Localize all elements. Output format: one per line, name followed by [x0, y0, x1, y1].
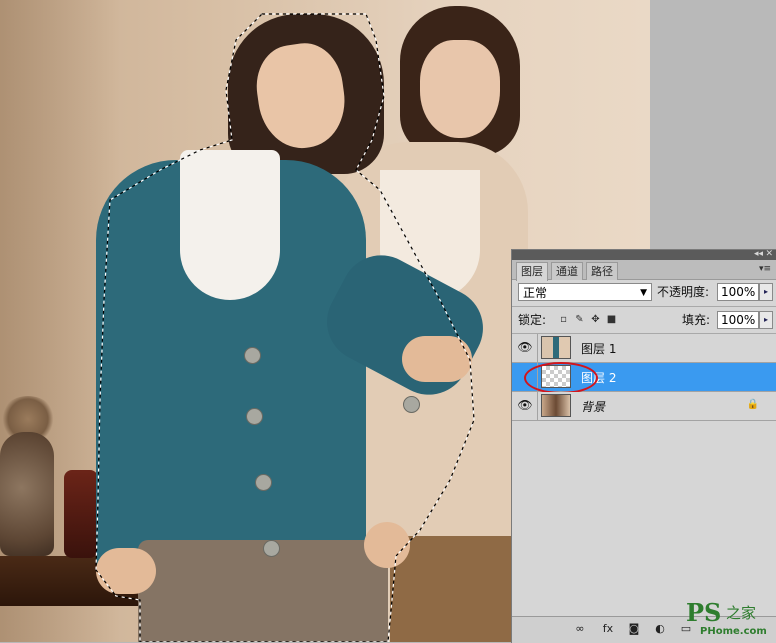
blend-mode-value: 正常 [523, 286, 548, 300]
opacity-label: 不透明度: [657, 285, 710, 299]
lock-label: 锁定: [518, 313, 547, 327]
adjustment-icon[interactable]: ◐ [652, 622, 668, 635]
lock-all-icon[interactable]: ■ [606, 314, 617, 325]
lock-image-icon[interactable]: ✎ [574, 314, 585, 325]
mask-icon[interactable]: ◙ [626, 622, 642, 635]
fill-slider-arrow-icon[interactable]: ▸ [759, 311, 773, 329]
fill-label: 填充: [682, 313, 711, 327]
watermark-logo: PS 之家 PHome.com [680, 596, 776, 642]
collapse-icon[interactable]: ◂◂ [754, 249, 763, 260]
layer-name: 背景 [581, 400, 606, 414]
layer-row-1[interactable]: 👁 图层 1 [512, 334, 776, 363]
opacity-input[interactable]: 100% [717, 283, 759, 301]
dropdown-arrow-icon: ▼ [640, 288, 647, 298]
eye-icon[interactable]: 👁 [516, 396, 534, 414]
tab-layers[interactable]: 图层 [516, 262, 548, 281]
panel-titlebar[interactable]: ◂◂ ✕ [512, 249, 776, 260]
tab-paths[interactable]: 路径 [586, 262, 618, 280]
divider [537, 392, 538, 420]
panel-tabs: 图层 通道 路径 ▾≡ [512, 260, 776, 281]
fx-icon[interactable]: fx [600, 622, 616, 635]
watermark-ps: PS [686, 598, 722, 627]
layer-name: 图层 1 [581, 342, 617, 356]
panel-menu-icon[interactable]: ▾≡ [759, 263, 773, 275]
layer-row-background[interactable]: 👁 背景 🔒 [512, 392, 776, 421]
opacity-slider-arrow-icon[interactable]: ▸ [759, 283, 773, 301]
close-icon[interactable]: ✕ [765, 249, 773, 260]
blend-row: 正常 ▼ 不透明度: 100% ▸ [518, 283, 773, 303]
watermark-url: PHome.com [700, 626, 767, 637]
watermark-cn: 之家 [726, 604, 757, 622]
layers-panel[interactable]: ◂◂ ✕ 图层 通道 路径 ▾≡ 正常 ▼ 不透明度: 100% ▸ 锁定: ▫… [511, 249, 776, 643]
fill-input[interactable]: 100% [717, 311, 759, 329]
layer-thumbnail [541, 394, 571, 417]
divider [537, 334, 538, 362]
blend-mode-select[interactable]: 正常 ▼ [518, 283, 652, 301]
lock-row: 锁定: ▫ ✎ ✥ ■ 填充: 100% ▸ [518, 311, 773, 331]
lock-icon: 🔒 [746, 399, 759, 410]
layer-row-2[interactable]: 图层 2 [512, 362, 776, 394]
annotation-circle [524, 362, 598, 394]
lock-position-icon[interactable]: ✥ [590, 314, 601, 325]
layer-thumbnail [541, 336, 571, 359]
divider [512, 306, 776, 307]
lock-transparent-icon[interactable]: ▫ [558, 314, 569, 325]
link-icon[interactable]: ∞ [572, 622, 588, 635]
tab-channels[interactable]: 通道 [551, 262, 583, 280]
eye-icon[interactable]: 👁 [516, 338, 534, 356]
